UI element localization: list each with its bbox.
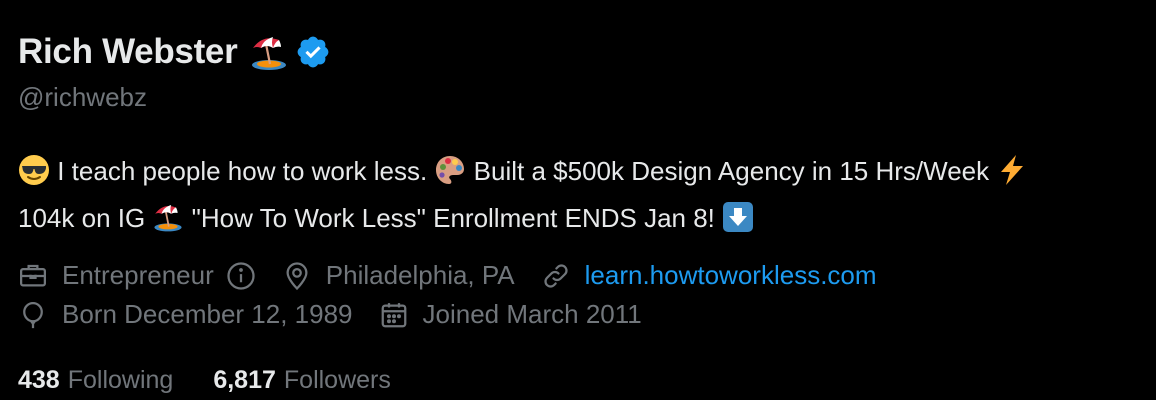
artist-palette-icon: [436, 156, 465, 184]
following-stat[interactable]: 438 Following: [18, 366, 173, 395]
website-item: learn.howtoworkless.com: [541, 256, 877, 295]
balloon-icon: [23, 301, 43, 328]
location-text: Philadelphia, PA: [325, 260, 515, 290]
birthday-text: Born December 12, 1989: [62, 299, 353, 329]
calendar-icon: [381, 302, 406, 327]
profile-stats: 438 Following 6,817 Followers: [18, 362, 1138, 398]
briefcase-icon: [20, 264, 46, 286]
meta-row-1: Entrepreneur Philadelphia, PA learn.howt…: [18, 256, 1138, 295]
lightning-bolt-icon: [1001, 155, 1024, 185]
following-count: 438: [18, 365, 60, 394]
link-icon: [544, 263, 568, 288]
name-row: Rich Webster: [18, 26, 1138, 78]
bio-text-1: I teach people how to work less.: [50, 156, 435, 186]
profile-bio: I teach people how to work less. Built a…: [18, 148, 1078, 242]
birthday-item: Born December 12, 1989: [18, 295, 353, 334]
joined-text: Joined March 2011: [422, 299, 642, 329]
info-icon[interactable]: [226, 261, 256, 291]
profession-text: Entrepreneur: [62, 260, 214, 290]
joined-item: Joined March 2011: [379, 295, 642, 334]
sunglasses-face-icon: [19, 155, 49, 185]
meta-row-2: Born December 12, 1989 Joined March 2011: [18, 295, 1138, 334]
verified-badge-icon[interactable]: [295, 34, 331, 70]
bio-text-3: 104k on IG: [18, 203, 153, 233]
profile-handle: @richwebz: [18, 82, 147, 112]
followers-label: Followers: [283, 365, 391, 394]
profile-meta: Entrepreneur Philadelphia, PA learn.howt…: [18, 256, 1138, 334]
beach-umbrella-icon: [154, 205, 183, 232]
down-arrow-button-icon: [723, 202, 754, 232]
profession-item: Entrepreneur: [18, 256, 256, 295]
following-label: Following: [67, 365, 174, 394]
beach-umbrella-icon: [252, 37, 287, 70]
followers-stat[interactable]: 6,817 Followers: [213, 366, 391, 395]
location-item: Philadelphia, PA: [282, 256, 515, 295]
bio-text-2: Built a $500k Design Agency in 15 Hrs/We…: [466, 156, 997, 186]
bio-text-4: "How To Work Less" Enrollment ENDS Jan 8…: [184, 203, 723, 233]
location-pin-icon: [286, 261, 308, 290]
website-link[interactable]: learn.howtoworkless.com: [585, 256, 877, 295]
followers-count: 6,817: [213, 365, 276, 394]
profile-header: Rich Webster @richwebz I teach people ho…: [18, 26, 1138, 398]
profile-name: Rich Webster: [18, 32, 238, 71]
